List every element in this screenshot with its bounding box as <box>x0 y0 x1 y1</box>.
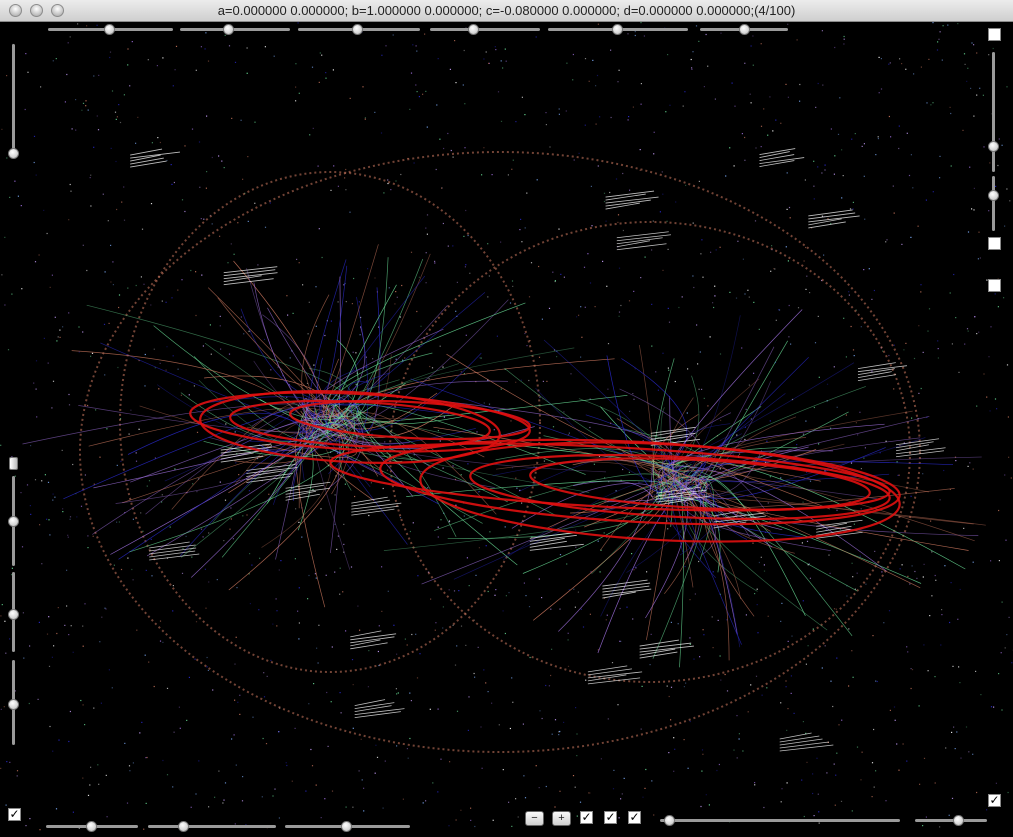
slider-knob[interactable] <box>341 821 352 832</box>
bottom-checkbox-3[interactable]: ✓ <box>628 811 641 824</box>
right-checkbox-bottom[interactable]: ✓ <box>988 794 1001 807</box>
top-slider-3[interactable] <box>298 28 420 31</box>
bottom-slider-1[interactable] <box>46 825 138 828</box>
right-checkbox-1[interactable] <box>988 28 1001 41</box>
slider-knob[interactable] <box>739 24 750 35</box>
slider-knob[interactable] <box>612 24 623 35</box>
bottom-slider-4[interactable] <box>660 819 900 822</box>
top-slider-2[interactable] <box>180 28 290 31</box>
slider-knob[interactable] <box>664 815 675 826</box>
bottom-checkbox-2[interactable]: ✓ <box>604 811 617 824</box>
top-slider-5[interactable] <box>548 28 688 31</box>
right-slider-1[interactable] <box>992 52 995 172</box>
slider-knob[interactable] <box>468 24 479 35</box>
left-slider-1[interactable] <box>12 44 15 159</box>
slider-knob[interactable] <box>8 699 19 710</box>
slider-knob[interactable] <box>86 821 97 832</box>
left-slider-handle[interactable] <box>9 457 18 470</box>
fractal-canvas[interactable] <box>0 22 1013 832</box>
title-bar: a=0.000000 0.000000; b=1.000000 0.000000… <box>0 0 1013 22</box>
slider-knob[interactable] <box>178 821 189 832</box>
slider-knob[interactable] <box>8 148 19 159</box>
bottom-slider-5[interactable] <box>915 819 987 822</box>
right-checkbox-3[interactable] <box>988 279 1001 292</box>
slider-knob[interactable] <box>104 24 115 35</box>
top-slider-6[interactable] <box>700 28 788 31</box>
zoom-out-button[interactable]: − <box>525 811 544 826</box>
right-slider-2[interactable] <box>992 176 995 231</box>
bottom-checkbox-1[interactable]: ✓ <box>580 811 593 824</box>
bottom-slider-2[interactable] <box>148 825 276 828</box>
left-slider-3[interactable] <box>12 572 15 652</box>
right-checkbox-2[interactable] <box>988 237 1001 250</box>
slider-knob[interactable] <box>223 24 234 35</box>
window-title: a=0.000000 0.000000; b=1.000000 0.000000… <box>0 3 1013 18</box>
zoom-in-button[interactable]: + <box>552 811 571 826</box>
slider-knob[interactable] <box>352 24 363 35</box>
top-slider-4[interactable] <box>430 28 540 31</box>
slider-knob[interactable] <box>953 815 964 826</box>
slider-knob[interactable] <box>8 516 19 527</box>
left-slider-4[interactable] <box>12 660 15 745</box>
bottom-slider-3[interactable] <box>285 825 410 828</box>
top-slider-1[interactable] <box>48 28 173 31</box>
slider-knob[interactable] <box>8 609 19 620</box>
slider-knob[interactable] <box>988 141 999 152</box>
slider-knob[interactable] <box>988 190 999 201</box>
attractor-render <box>0 22 1013 832</box>
left-slider-2[interactable] <box>12 476 15 566</box>
bottom-left-checkbox[interactable]: ✓ <box>8 808 21 821</box>
